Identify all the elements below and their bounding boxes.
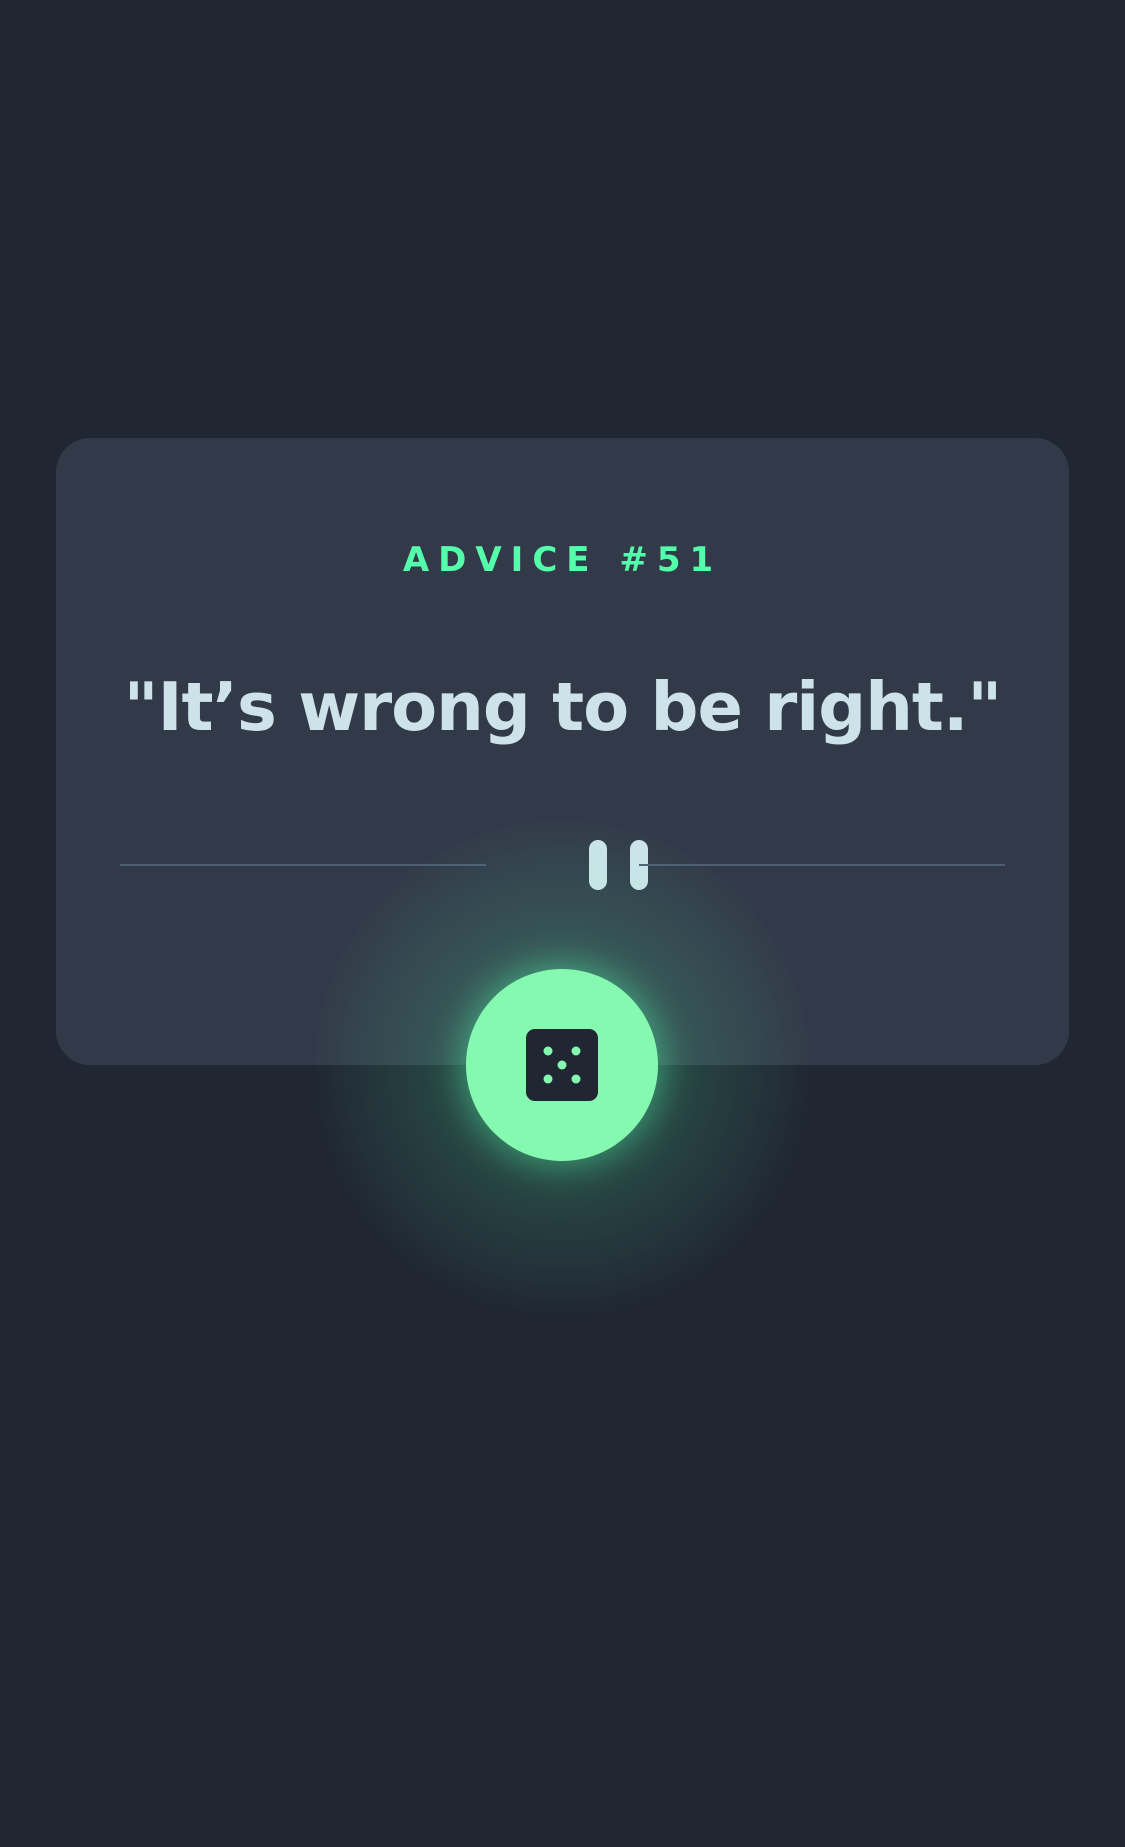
divider-line-left (120, 864, 486, 866)
advice-quote-text: "It’s wrong to be right." (123, 668, 1003, 746)
pattern-divider (120, 840, 1005, 890)
divider-line-right (639, 864, 1005, 866)
new-advice-dice-button[interactable] (466, 969, 658, 1161)
dice-icon (526, 1029, 598, 1101)
pause-bar-left (589, 840, 607, 890)
advice-number-heading: ADVICE #51 (402, 540, 723, 580)
